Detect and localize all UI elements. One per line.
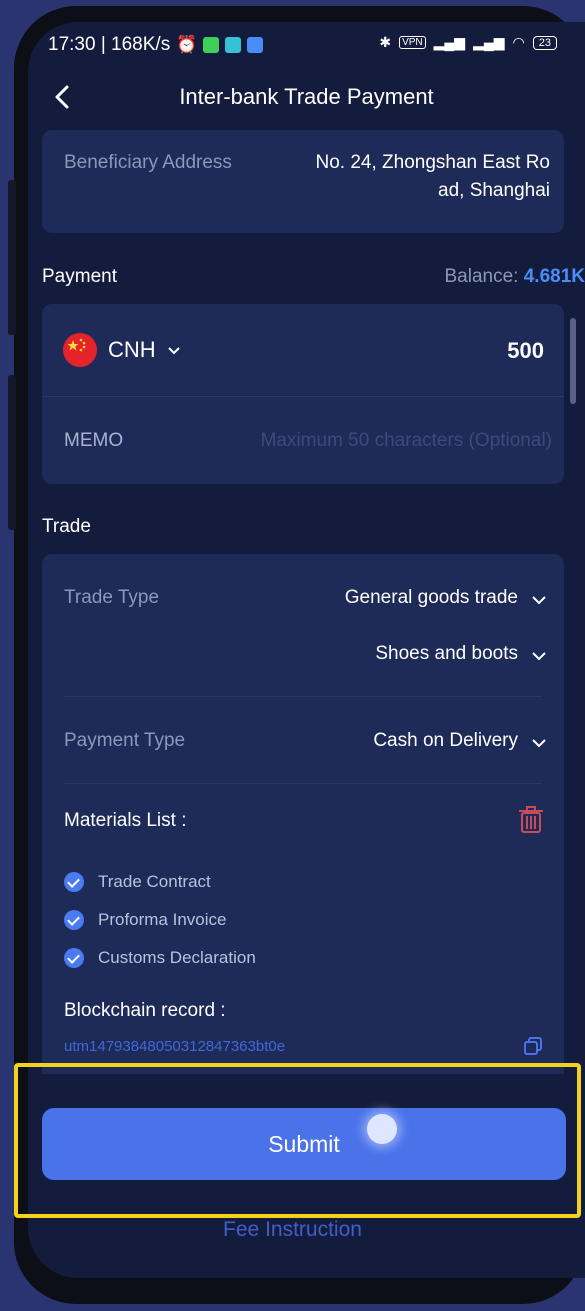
memo-input[interactable]: Maximum 50 characters (Optional) — [261, 430, 552, 452]
materials-list-title: Materials List : — [64, 810, 187, 831]
scrollbar[interactable] — [570, 318, 576, 404]
balance-label: Balance: — [444, 266, 519, 287]
chevron-down-icon[interactable] — [530, 591, 548, 609]
trade-subtype-select[interactable]: Shoes and boots — [375, 643, 518, 665]
material-item: Proforma Invoice — [98, 910, 227, 929]
alarm-icon: ⏰ — [176, 35, 198, 54]
chevron-down-icon[interactable] — [530, 647, 548, 665]
balance: Balance: 4.681K — [444, 266, 585, 288]
app-notification-icon — [225, 37, 242, 53]
payment-card: CNH 500 MEMO Maximum 50 characters (Opti… — [42, 304, 564, 484]
payment-type-select[interactable]: Cash on Delivery — [373, 730, 518, 752]
battery-icon: 23 — [532, 35, 557, 50]
chevron-down-icon[interactable] — [530, 734, 548, 752]
beneficiary-card: Beneficiary Address No. 24, Zhongshan Ea… — [42, 130, 564, 233]
trash-icon[interactable] — [518, 806, 544, 834]
china-flag-icon — [63, 333, 97, 367]
blockchain-record-link[interactable]: utm1479384805031284736​3bt0e — [64, 1038, 285, 1055]
signal-icon: ▂▄▆ — [433, 34, 466, 50]
trade-type-label: Trade Type — [64, 587, 160, 608]
page-title: Inter-bank Trade Payment — [179, 84, 434, 109]
divider — [64, 696, 542, 697]
payment-type-label: Payment Type — [64, 730, 186, 751]
amount-input[interactable]: 500 — [507, 338, 544, 364]
touch-indicator — [367, 1114, 397, 1144]
material-item: Trade Contract — [98, 872, 211, 891]
memo-label: MEMO — [64, 430, 124, 451]
trade-type-select[interactable]: General goods trade — [345, 587, 518, 609]
status-bar: 17:30 | 168K/s ⏰ ✱ VPN ▂▄▆ ▂▄▆ ◠ 23 — [28, 22, 585, 68]
submit-label: Submit — [268, 1130, 340, 1157]
check-circle-icon — [64, 872, 84, 892]
currency-selector[interactable]: CNH — [62, 332, 182, 368]
signal-icon: ▂▄▆ — [473, 34, 505, 50]
currency-code: CNH — [108, 337, 156, 362]
check-circle-icon — [64, 948, 84, 968]
chevron-down-icon — [167, 347, 180, 355]
app-notification-icon — [203, 37, 220, 53]
submit-button[interactable]: Submit — [42, 1108, 566, 1180]
phone-side-button — [8, 180, 16, 335]
fee-instruction-link[interactable]: Fee Instruction — [0, 1218, 585, 1242]
trade-card: Trade Type General goods trade Shoes and… — [42, 554, 564, 1074]
bluetooth-icon: ✱ — [379, 34, 392, 50]
wifi-icon: ◠ — [512, 34, 525, 50]
phone-side-button — [8, 375, 16, 530]
app-header: Inter-bank Trade Payment — [28, 72, 585, 124]
divider — [64, 783, 542, 784]
material-item: Customs Declaration — [98, 948, 256, 967]
trade-section-title: Trade — [42, 516, 91, 537]
balance-value: 4.681K — [523, 266, 585, 287]
divider — [42, 396, 564, 397]
payment-section-title: Payment — [42, 266, 117, 287]
beneficiary-address-line2: ad, Shanghai — [438, 180, 550, 201]
status-time: 17:30 | 168K/s — [48, 34, 171, 55]
vpn-icon: VPN — [399, 36, 426, 49]
blockchain-record-title: Blockchain record : — [64, 1000, 226, 1021]
beneficiary-address-line1: No. 24, Zhongshan East Ro — [315, 152, 550, 173]
app-notification-icon — [247, 37, 264, 53]
beneficiary-address-label: Beneficiary Address — [64, 152, 232, 173]
check-circle-icon — [64, 910, 84, 930]
copy-icon[interactable] — [524, 1037, 542, 1055]
